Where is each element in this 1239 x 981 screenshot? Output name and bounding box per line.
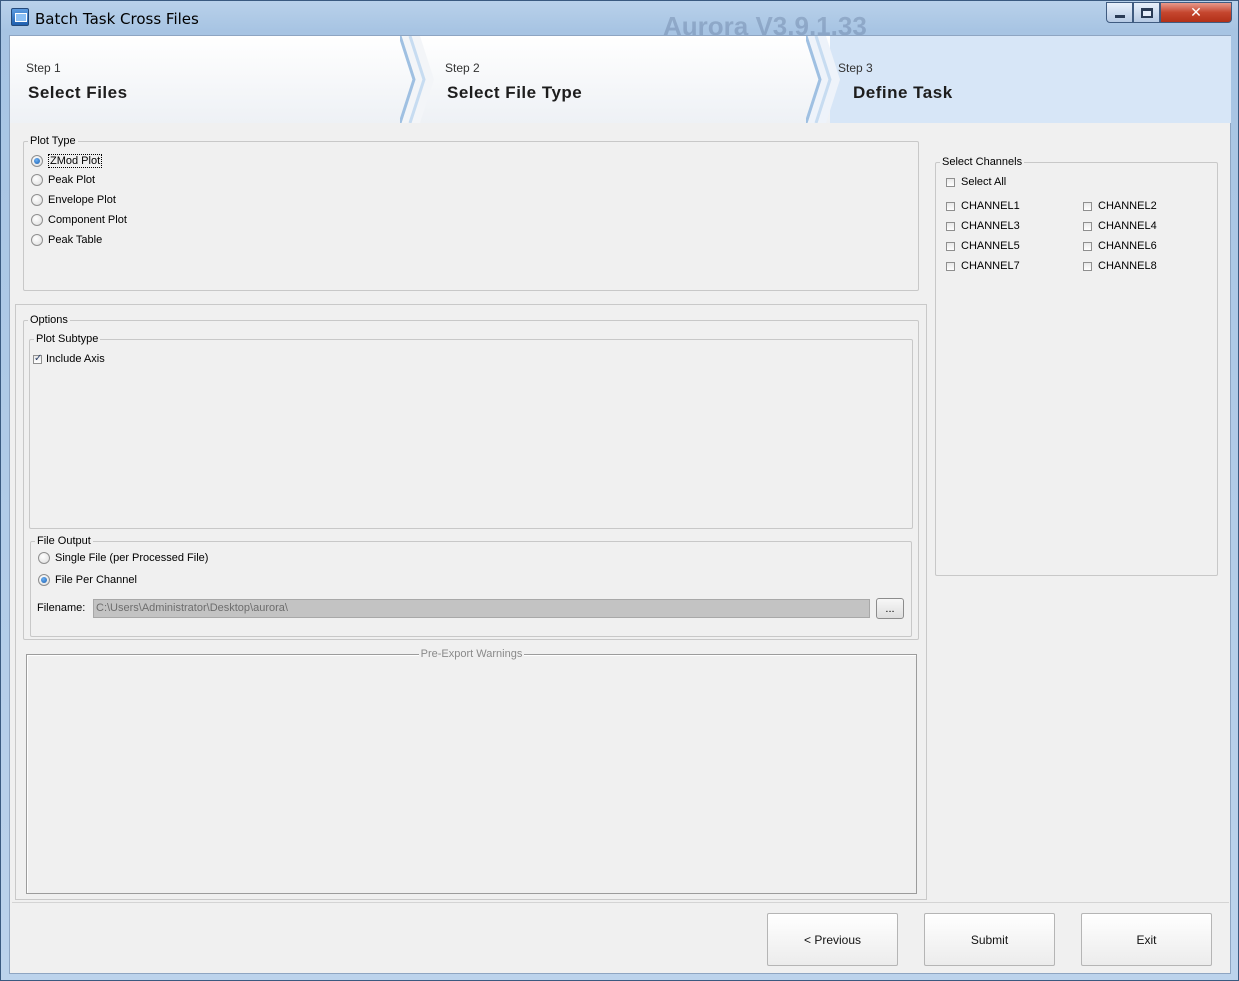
checkbox-label: CHANNEL8 xyxy=(1098,260,1157,272)
pre-export-warnings-legend: Pre-Export Warnings xyxy=(27,648,916,660)
checkbox[interactable] xyxy=(1083,201,1092,211)
checkbox-label: CHANNEL1 xyxy=(961,200,1020,212)
radio-button[interactable] xyxy=(38,552,50,564)
step-1: Step 1 Select Files xyxy=(10,36,415,123)
radio-component-plot[interactable]: Component Plot xyxy=(31,214,127,226)
step-1-title: Select Files xyxy=(28,83,128,102)
window-title: Batch Task Cross Files xyxy=(35,10,199,28)
radio-button[interactable] xyxy=(38,574,50,586)
filename-label: Filename: xyxy=(37,602,86,614)
include-axis-checkbox[interactable]: Include Axis xyxy=(33,353,105,365)
maximize-icon xyxy=(1140,7,1153,18)
checkbox[interactable] xyxy=(946,201,955,211)
minimize-icon xyxy=(1114,15,1125,18)
radio-single-file[interactable]: Single File (per Processed File) xyxy=(38,552,208,564)
radio-button[interactable] xyxy=(31,194,43,206)
step-3-number: Step 3 xyxy=(838,61,873,75)
radio-envelope-plot[interactable]: Envelope Plot xyxy=(31,194,116,206)
checkbox-label: Include Axis xyxy=(46,353,105,365)
checkbox[interactable] xyxy=(946,221,955,231)
radio-button[interactable] xyxy=(31,234,43,246)
channel8-checkbox[interactable]: CHANNEL8 xyxy=(1083,260,1157,272)
filename-input[interactable]: C:\Users\Administrator\Desktop\aurora\ xyxy=(93,599,870,618)
radio-button[interactable] xyxy=(31,155,43,167)
maximize-button[interactable] xyxy=(1133,2,1160,23)
radio-peak-table[interactable]: Peak Table xyxy=(31,234,102,246)
close-button[interactable]: ✕ xyxy=(1160,2,1232,23)
checkbox[interactable] xyxy=(946,241,955,251)
checkbox-label: CHANNEL4 xyxy=(1098,220,1157,232)
plot-type-group: Plot Type xyxy=(23,135,919,291)
checkbox[interactable] xyxy=(1083,261,1092,271)
step-1-chevron-icon xyxy=(400,36,434,123)
radio-peak-plot[interactable]: Peak Plot xyxy=(31,174,95,186)
radio-zmod-plot[interactable]: ZMod Plot xyxy=(31,154,103,168)
channel6-checkbox[interactable]: CHANNEL6 xyxy=(1083,240,1157,252)
checkbox[interactable] xyxy=(946,261,955,271)
title-bar[interactable]: Batch Task Cross Files Aurora V3.9.1.33 … xyxy=(1,1,1238,41)
checkbox-label: CHANNEL7 xyxy=(961,260,1020,272)
checkbox-label: CHANNEL3 xyxy=(961,220,1020,232)
radio-label: File Per Channel xyxy=(55,574,137,586)
channel7-checkbox[interactable]: CHANNEL7 xyxy=(946,260,1020,272)
pre-export-warnings-panel: Pre-Export Warnings xyxy=(26,648,917,894)
checkbox-label: Select All xyxy=(961,176,1007,188)
wizard-steps: Step 3 Define Task Step 2 Select File Ty… xyxy=(10,36,1231,123)
bottom-button-bar: < Previous Submit Exit xyxy=(12,902,1229,972)
checkbox[interactable] xyxy=(1083,241,1092,251)
window-controls: ✕ xyxy=(1106,2,1232,23)
checkbox[interactable] xyxy=(1083,221,1092,231)
plot-subtype-legend: Plot Subtype xyxy=(36,333,99,345)
step-2-title: Select File Type xyxy=(447,83,583,102)
step-2-number: Step 2 xyxy=(445,61,480,75)
channel1-checkbox[interactable]: CHANNEL1 xyxy=(946,200,1020,212)
radio-label: Single File (per Processed File) xyxy=(55,552,209,564)
channel4-checkbox[interactable]: CHANNEL4 xyxy=(1083,220,1157,232)
minimize-button[interactable] xyxy=(1106,2,1133,23)
checkbox-label: CHANNEL6 xyxy=(1098,240,1157,252)
radio-file-per-channel[interactable]: File Per Channel xyxy=(38,574,137,586)
step-2: Step 2 Select File Type xyxy=(415,36,830,123)
select-channels-legend: Select Channels xyxy=(942,156,1023,168)
radio-label: Envelope Plot xyxy=(48,194,116,206)
exit-button[interactable]: Exit xyxy=(1081,913,1212,966)
step-3: Step 3 Define Task xyxy=(822,36,1231,123)
file-output-legend: File Output xyxy=(37,535,91,547)
channel5-checkbox[interactable]: CHANNEL5 xyxy=(946,240,1020,252)
radio-label: Peak Plot xyxy=(48,174,96,186)
select-all-checkbox[interactable]: Select All xyxy=(946,176,1006,188)
step-1-number: Step 1 xyxy=(26,61,61,75)
pre-export-warnings-title: Pre-Export Warnings xyxy=(418,648,525,660)
browse-button[interactable]: ... xyxy=(876,598,904,619)
channel3-checkbox[interactable]: CHANNEL3 xyxy=(946,220,1020,232)
radio-button[interactable] xyxy=(31,174,43,186)
select-channels-group: Select Channels xyxy=(935,156,1218,576)
channel2-checkbox[interactable]: CHANNEL2 xyxy=(1083,200,1157,212)
checkbox-label: CHANNEL5 xyxy=(961,240,1020,252)
radio-label: ZMod Plot xyxy=(48,154,103,168)
step-3-title: Define Task xyxy=(853,83,953,102)
plot-subtype-group: Plot Subtype xyxy=(29,333,913,529)
options-legend: Options xyxy=(30,314,68,326)
close-icon: ✕ xyxy=(1190,4,1202,20)
checkbox[interactable] xyxy=(946,177,955,187)
submit-button[interactable]: Submit xyxy=(924,913,1055,966)
radio-button[interactable] xyxy=(31,214,43,226)
previous-button[interactable]: < Previous xyxy=(767,913,898,966)
checkbox[interactable] xyxy=(33,353,42,364)
step-2-chevron-icon xyxy=(806,36,840,123)
plot-type-legend: Plot Type xyxy=(30,135,76,147)
client-area: Step 3 Define Task Step 2 Select File Ty… xyxy=(9,35,1231,974)
checkbox-label: CHANNEL2 xyxy=(1098,200,1157,212)
app-icon xyxy=(11,8,29,26)
radio-label: Component Plot xyxy=(48,214,127,226)
file-output-group: File Output xyxy=(30,535,912,637)
radio-label: Peak Table xyxy=(48,234,103,246)
application-window: Batch Task Cross Files Aurora V3.9.1.33 … xyxy=(0,0,1239,981)
